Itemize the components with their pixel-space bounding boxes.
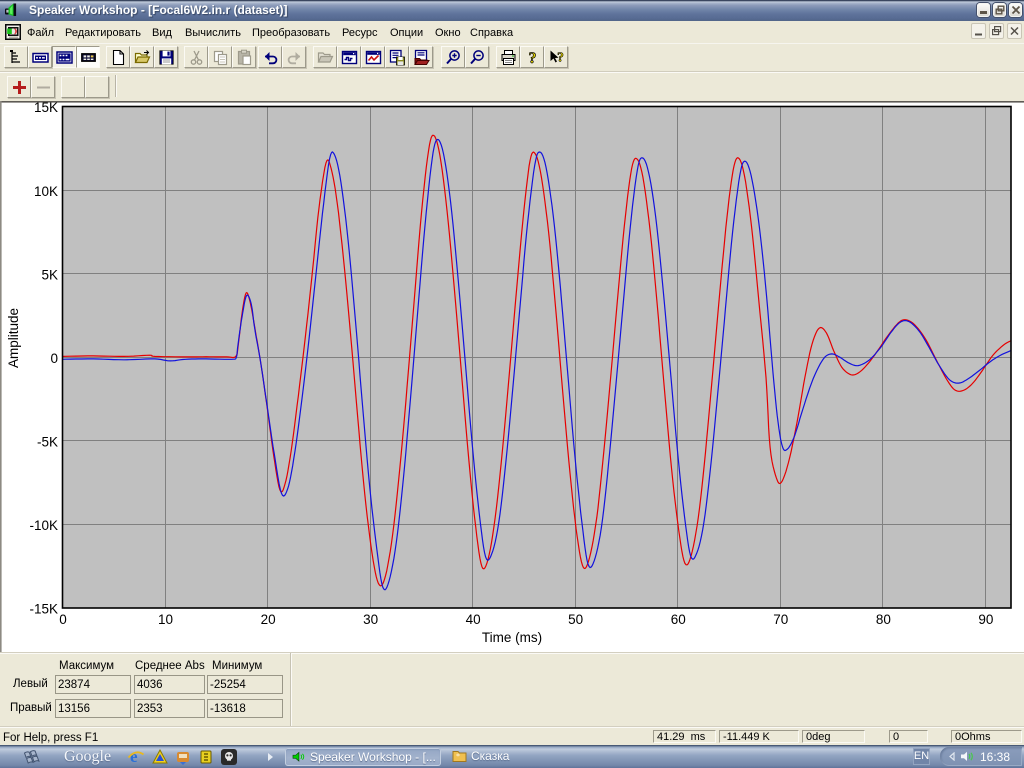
svg-text:60: 60 <box>671 612 686 627</box>
svg-text:70: 70 <box>773 612 788 627</box>
svg-text:-15K: -15K <box>29 601 58 616</box>
svg-text:Amplitude: Amplitude <box>6 308 21 368</box>
svg-text:e: e <box>130 748 138 766</box>
svg-text:0: 0 <box>59 612 67 627</box>
svg-text:-10K: -10K <box>29 518 58 533</box>
svg-text:10K: 10K <box>34 184 58 199</box>
svg-text:80: 80 <box>876 612 891 627</box>
svg-text:50: 50 <box>568 612 583 627</box>
svg-text:40: 40 <box>466 612 481 627</box>
svg-text:20: 20 <box>261 612 276 627</box>
svg-text:10: 10 <box>158 612 173 627</box>
svg-text:90: 90 <box>978 612 993 627</box>
svg-text:0: 0 <box>50 351 58 366</box>
svg-text:5K: 5K <box>41 267 58 282</box>
svg-text:?: ? <box>557 50 564 65</box>
svg-text:30: 30 <box>363 612 378 627</box>
svg-text:?: ? <box>529 50 537 66</box>
svg-text:15K: 15K <box>34 101 58 115</box>
svg-text:Time (ms): Time (ms) <box>482 630 542 645</box>
svg-text:-5K: -5K <box>37 434 58 449</box>
